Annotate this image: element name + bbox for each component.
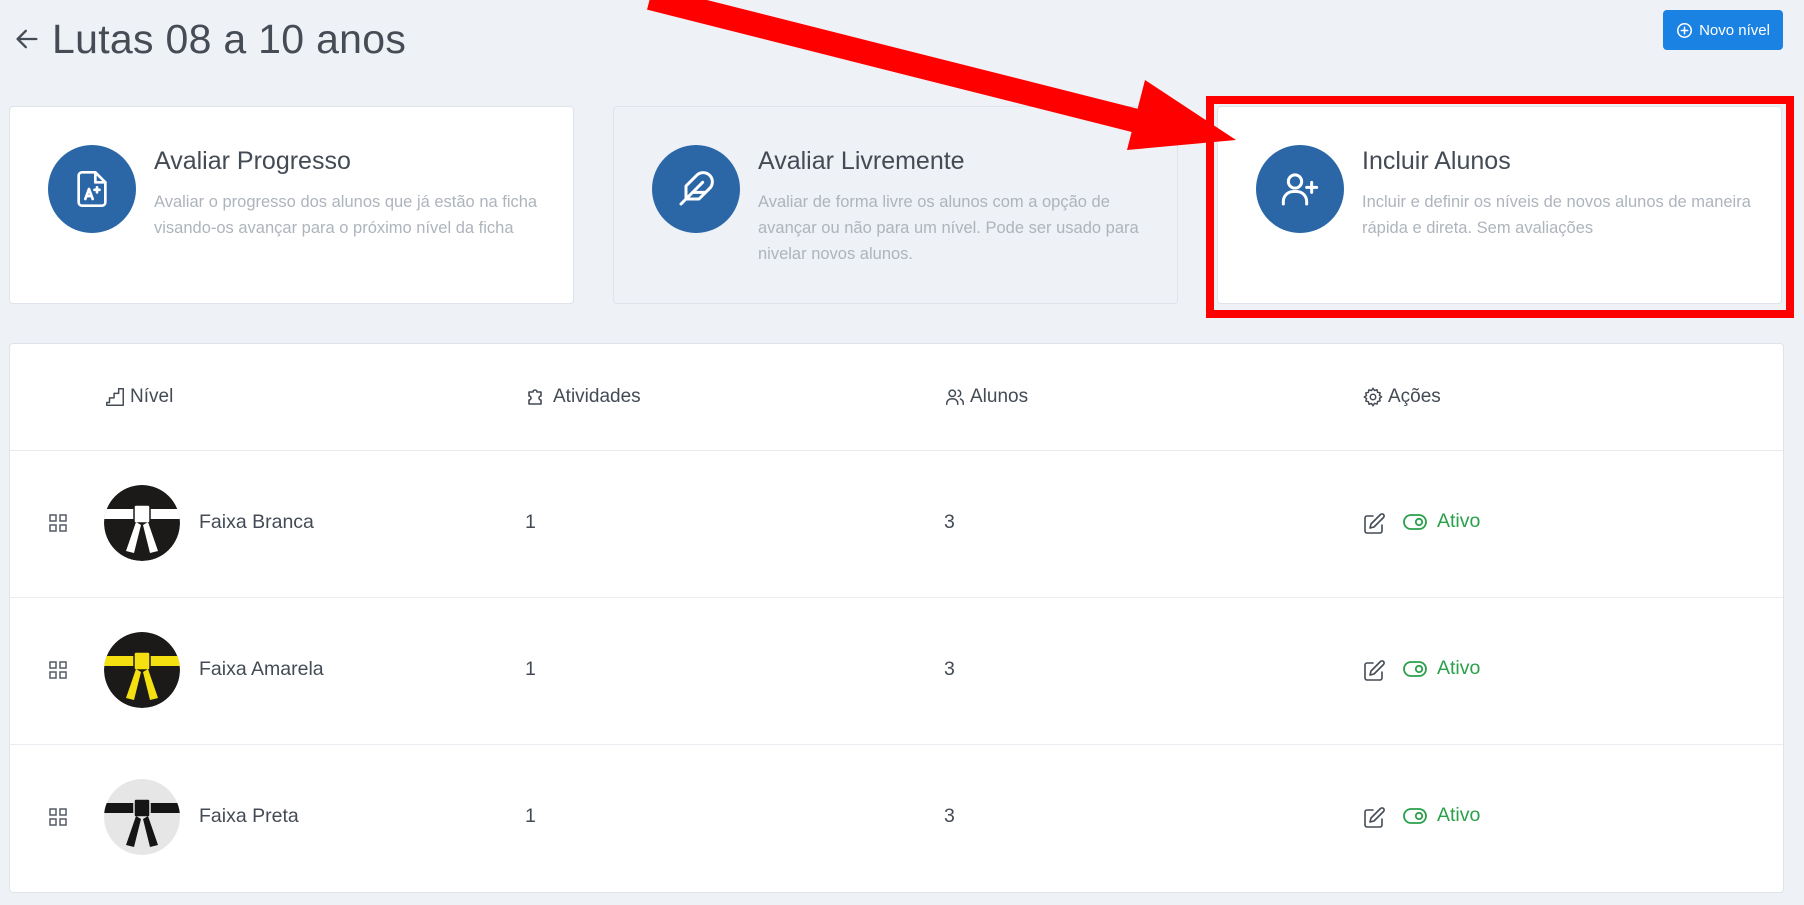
toggle-on-icon: [1403, 660, 1427, 677]
table-row: Faixa Amarela 1 3 Ativo: [10, 597, 1783, 745]
puzzle-icon: [528, 389, 542, 405]
toggle-on-icon: [1403, 513, 1427, 530]
card-include-students[interactable]: Incluir Alunos Incluir e definir os níve…: [1217, 106, 1782, 304]
belt-icon: [104, 779, 180, 855]
status-label: Ativo: [1437, 657, 1481, 679]
card-description: Incluir e definir os níveis de novos alu…: [1362, 193, 1751, 237]
card-icon-circle: [1256, 145, 1344, 233]
edit-icon[interactable]: [1362, 659, 1386, 683]
graded-paper-icon: [77, 171, 107, 208]
arrow-left-icon: [16, 29, 38, 49]
header-actions-label: Ações: [1388, 386, 1441, 407]
edit-icon[interactable]: [1362, 806, 1386, 830]
drag-handle-icon[interactable]: [48, 807, 68, 827]
belt-icon: [104, 632, 180, 708]
header-students-label: Alunos: [970, 386, 1029, 407]
header-students: Alunos: [944, 382, 1028, 412]
level-name: Faixa Amarela: [199, 658, 324, 680]
new-level-label: Novo nível: [1699, 21, 1770, 39]
belt-avatar: [104, 632, 180, 708]
drag-handle-icon[interactable]: [48, 660, 68, 680]
card-description: Avaliar de forma livre os alunos com a o…: [758, 193, 1139, 263]
status-toggle[interactable]: Ativo: [1403, 804, 1480, 827]
card-evaluate-freely[interactable]: Avaliar Livremente Avaliar de forma livr…: [613, 106, 1178, 304]
card-icon-circle: [652, 145, 740, 233]
table-row: Faixa Branca 1 3 Ativo: [10, 450, 1783, 598]
status-label: Ativo: [1437, 804, 1481, 826]
status-toggle[interactable]: Ativo: [1403, 510, 1480, 533]
students-count: 3: [944, 658, 955, 680]
belt-icon: [104, 485, 180, 561]
table-header: Nível Atividades Alunos Ações: [10, 344, 1783, 451]
page-title: Lutas 08 a 10 anos: [52, 15, 407, 62]
students-count: 3: [944, 805, 955, 827]
stairs-icon: [106, 388, 124, 406]
header-activities: Atividades: [525, 382, 641, 412]
card-evaluate-progress[interactable]: Avaliar Progresso Avaliar o progresso do…: [9, 106, 574, 304]
add-user-icon: [1281, 173, 1319, 206]
feather-icon: [679, 171, 714, 206]
plus-circle-icon: [1677, 22, 1693, 38]
header-actions: Ações: [1362, 382, 1441, 412]
level-name: Faixa Preta: [199, 805, 299, 827]
card-title: Avaliar Progresso: [154, 147, 351, 175]
gear-icon: [1363, 387, 1383, 407]
levels-table: Nível Atividades Alunos Ações Faixa Bran…: [9, 343, 1784, 893]
level-name: Faixa Branca: [199, 511, 314, 533]
card-icon-circle: [48, 145, 136, 233]
activities-count: 1: [525, 658, 536, 680]
header-level-label: Nível: [130, 386, 174, 407]
status-toggle[interactable]: Ativo: [1403, 657, 1480, 680]
card-description: Avaliar o progresso dos alunos que já es…: [154, 193, 538, 237]
drag-handle-icon[interactable]: [48, 513, 68, 533]
page-header: Lutas 08 a 10 anos: [12, 14, 406, 64]
students-count: 3: [944, 511, 955, 533]
belt-avatar: [104, 485, 180, 561]
card-title: Incluir Alunos: [1362, 147, 1511, 175]
belt-avatar: [104, 779, 180, 855]
activities-count: 1: [525, 805, 536, 827]
activities-count: 1: [525, 511, 536, 533]
back-button[interactable]: [12, 24, 42, 54]
users-icon: [946, 389, 964, 406]
edit-icon[interactable]: [1362, 512, 1386, 536]
new-level-button[interactable]: Novo nível: [1663, 10, 1783, 50]
toggle-on-icon: [1403, 807, 1427, 824]
status-label: Ativo: [1437, 510, 1481, 532]
header-level: Nível: [104, 382, 173, 412]
card-title: Avaliar Livremente: [758, 147, 965, 175]
header-activities-label: Atividades: [553, 386, 641, 407]
table-row: Faixa Preta 1 3 Ativo: [10, 744, 1783, 891]
